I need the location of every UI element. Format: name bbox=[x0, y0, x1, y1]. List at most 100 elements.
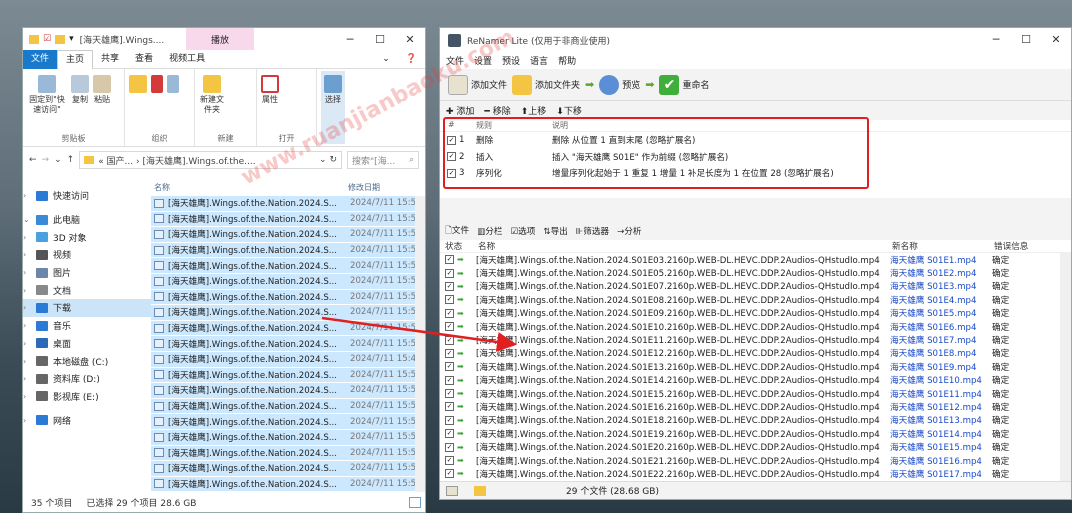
minimize-icon[interactable]: ─ bbox=[335, 28, 365, 50]
back-icon[interactable]: ← bbox=[29, 155, 37, 165]
file-row[interactable]: ✓ ➡ [海天雄鹰].Wings.of.the.Nation.2024.S01E11… bbox=[440, 333, 1071, 346]
maximize-icon[interactable]: ☐ bbox=[1011, 28, 1041, 50]
file-row[interactable]: [海天雄鹰].Wings.of.the.Nation.2024.S... 2024… bbox=[151, 227, 425, 243]
checkmark-icon[interactable]: ☑ bbox=[43, 34, 51, 44]
maximize-icon[interactable]: ☐ bbox=[365, 28, 395, 50]
file-row[interactable]: ✓ ➡ [海天雄鹰].Wings.of.the.Nation.2024.S01E14… bbox=[440, 374, 1071, 387]
pin-quick-access-button[interactable]: 固定到"快速访问" bbox=[27, 71, 67, 133]
file-row[interactable]: [海天雄鹰].Wings.of.the.Nation.2024.S... 2024… bbox=[151, 305, 425, 321]
scrollbar[interactable] bbox=[415, 196, 425, 492]
nav-item[interactable]: › 下载 bbox=[23, 299, 151, 317]
file-checkbox[interactable]: ✓ bbox=[445, 389, 454, 399]
expand-icon[interactable]: › bbox=[23, 416, 31, 425]
file-row[interactable]: [海天雄鹰].Wings.of.the.Nation.2024.S... 2024… bbox=[151, 445, 425, 462]
nav-item[interactable]: › 本地磁盘 (C:) bbox=[23, 352, 151, 370]
folder-icon[interactable] bbox=[474, 485, 486, 496]
nav-item[interactable]: › 网络 bbox=[23, 411, 151, 429]
file-row[interactable]: [海天雄鹰].Wings.of.the.Nation.2024.S... 2024… bbox=[151, 383, 425, 399]
file-row[interactable]: ✓ ➡ [海天雄鹰].Wings.of.the.Nation.2024.S01E08… bbox=[440, 293, 1071, 306]
file-checkbox[interactable]: ✓ bbox=[445, 268, 454, 278]
menu-help[interactable]: 帮助 bbox=[558, 54, 576, 67]
address-bar[interactable]: « 国产... › [海天雄鹰].Wings.of.the.... ⌄ ↻ bbox=[79, 151, 342, 169]
file-row[interactable]: ✓ ➡ [海天雄鹰].Wings.of.the.Nation.2024.S01E19… bbox=[440, 427, 1071, 440]
expand-icon[interactable]: › bbox=[23, 357, 31, 366]
help-icon[interactable]: ❓ bbox=[398, 50, 425, 69]
file-row[interactable]: ✓ ➡ [海天雄鹰].Wings.of.the.Nation.2024.S01E22… bbox=[440, 467, 1071, 480]
add-files-button[interactable]: 添加文件 bbox=[448, 74, 507, 95]
menu-presets[interactable]: 预设 bbox=[502, 54, 520, 67]
expand-icon[interactable]: › bbox=[23, 303, 31, 312]
file-checkbox[interactable]: ✓ bbox=[445, 308, 454, 318]
file-checkbox[interactable]: ✓ bbox=[445, 322, 454, 332]
file-checkbox[interactable]: ✓ bbox=[445, 429, 454, 439]
paste-button[interactable]: 粘贴 bbox=[93, 71, 111, 133]
file-row[interactable]: ✓ ➡ [海天雄鹰].Wings.of.the.Nation.2024.S01E16… bbox=[440, 400, 1071, 413]
expand-icon[interactable]: › bbox=[23, 392, 31, 401]
close-icon[interactable]: ✕ bbox=[395, 28, 425, 50]
file-row[interactable]: [海天雄鹰].Wings.of.the.Nation.2024.S... 2024… bbox=[151, 273, 425, 290]
file-row[interactable]: [海天雄鹰].Wings.of.the.Nation.2024.S... 2024… bbox=[151, 242, 425, 259]
add-rule-button[interactable]: ✚ 添加 bbox=[446, 104, 474, 117]
nav-item[interactable]: › 资料库 (D:) bbox=[23, 370, 151, 388]
delete-button[interactable] bbox=[151, 71, 163, 133]
expand-icon[interactable]: ⌄ bbox=[23, 215, 31, 224]
tab-video-tools[interactable]: 视频工具 bbox=[161, 50, 213, 69]
expand-icon[interactable]: › bbox=[23, 233, 31, 242]
expand-icon[interactable]: › bbox=[23, 374, 31, 383]
file-row[interactable]: [海天雄鹰].Wings.of.the.Nation.2024.S... 2024… bbox=[151, 476, 425, 492]
add-folder-button[interactable]: 添加文件夹 bbox=[512, 74, 580, 95]
copy-button[interactable]: 复制 bbox=[71, 71, 89, 133]
forward-icon[interactable]: → bbox=[42, 155, 50, 165]
menu-settings[interactable]: 设置 bbox=[474, 54, 492, 67]
file-row[interactable]: [海天雄鹰].Wings.of.the.Nation.2024.S... 2024… bbox=[151, 289, 425, 306]
nav-item[interactable]: › 音乐 bbox=[23, 317, 151, 335]
new-folder-button[interactable]: 新建文件夹 bbox=[199, 71, 225, 133]
column-state[interactable]: 状态 bbox=[440, 240, 478, 252]
file-row[interactable]: [海天雄鹰].Wings.of.the.Nation.2024.S... 2024… bbox=[151, 196, 425, 212]
folder-icon[interactable] bbox=[55, 34, 66, 44]
expand-icon[interactable]: › bbox=[23, 321, 31, 330]
tab-view[interactable]: 查看 bbox=[127, 50, 161, 69]
expand-icon[interactable]: › bbox=[23, 286, 31, 295]
file-row[interactable]: [海天雄鹰].Wings.of.the.Nation.2024.S... 2024… bbox=[151, 258, 425, 274]
chevron-down-icon[interactable]: ⌄ bbox=[54, 155, 62, 165]
nav-item[interactable]: › 桌面 bbox=[23, 335, 151, 353]
file-checkbox[interactable]: ✓ bbox=[445, 362, 454, 372]
file-checkbox[interactable]: ✓ bbox=[445, 456, 454, 466]
column-error[interactable]: 错误信息 bbox=[994, 240, 1028, 252]
close-icon[interactable]: ✕ bbox=[1041, 28, 1071, 50]
file-row[interactable]: ✓ ➡ [海天雄鹰].Wings.of.the.Nation.2024.S01E15… bbox=[440, 387, 1071, 400]
file-checkbox[interactable]: ✓ bbox=[445, 295, 454, 305]
select-button[interactable]: 选择 bbox=[321, 71, 345, 144]
column-date[interactable]: 修改日期 bbox=[348, 182, 380, 193]
file-row[interactable]: [海天雄鹰].Wings.of.the.Nation.2024.S... 2024… bbox=[151, 336, 425, 352]
file-row[interactable]: ✓ ➡ [海天雄鹰].Wings.of.the.Nation.2024.S01E21… bbox=[440, 454, 1071, 467]
file-row[interactable]: ✓ ➡ [海天雄鹰].Wings.of.the.Nation.2024.S01E05… bbox=[440, 266, 1071, 279]
file-row[interactable]: ✓ ➡ [海天雄鹰].Wings.of.the.Nation.2024.S01E09… bbox=[440, 307, 1071, 320]
file-checkbox[interactable]: ✓ bbox=[445, 348, 454, 358]
file-row[interactable]: ✓ ➡ [海天雄鹰].Wings.of.the.Nation.2024.S01E10… bbox=[440, 320, 1071, 333]
tab-file[interactable]: 文件 bbox=[23, 49, 58, 69]
file-row[interactable]: ✓ ➡ [海天雄鹰].Wings.of.the.Nation.2024.S01E20… bbox=[440, 440, 1071, 453]
file-row[interactable]: [海天雄鹰].Wings.of.the.Nation.2024.S... 2024… bbox=[151, 414, 425, 430]
up-icon[interactable]: ↑ bbox=[67, 155, 75, 165]
add-files-icon[interactable] bbox=[446, 485, 458, 496]
minimize-icon[interactable]: ─ bbox=[981, 28, 1011, 50]
details-view-icon[interactable] bbox=[409, 496, 421, 508]
options-menu[interactable]: ☑选项 bbox=[510, 225, 535, 237]
rename-button[interactable] bbox=[167, 71, 179, 133]
menu-file[interactable]: 文件 bbox=[446, 54, 464, 67]
tab-share[interactable]: 共享 bbox=[93, 50, 127, 69]
file-checkbox[interactable]: ✓ bbox=[445, 281, 454, 291]
export-menu[interactable]: ⇅导出 bbox=[543, 225, 567, 237]
refresh-icon[interactable]: ⌄ ↻ bbox=[319, 155, 337, 165]
file-row[interactable]: ✓ ➡ [海天雄鹰].Wings.of.the.Nation.2024.S01E03… bbox=[440, 253, 1071, 266]
file-row[interactable]: ✓ ➡ [海天雄鹰].Wings.of.the.Nation.2024.S01E13… bbox=[440, 360, 1071, 373]
nav-item[interactable]: › 视频 bbox=[23, 246, 151, 264]
filter-menu[interactable]: ⊪筛选器 bbox=[576, 225, 609, 237]
context-tab-play[interactable]: 播放 bbox=[186, 28, 254, 50]
file-row[interactable]: [海天雄鹰].Wings.of.the.Nation.2024.S... 2024… bbox=[151, 429, 425, 446]
move-up-button[interactable]: ⬆上移 bbox=[521, 104, 547, 117]
file-checkbox[interactable]: ✓ bbox=[445, 402, 454, 412]
tab-home[interactable]: 主页 bbox=[57, 49, 94, 69]
